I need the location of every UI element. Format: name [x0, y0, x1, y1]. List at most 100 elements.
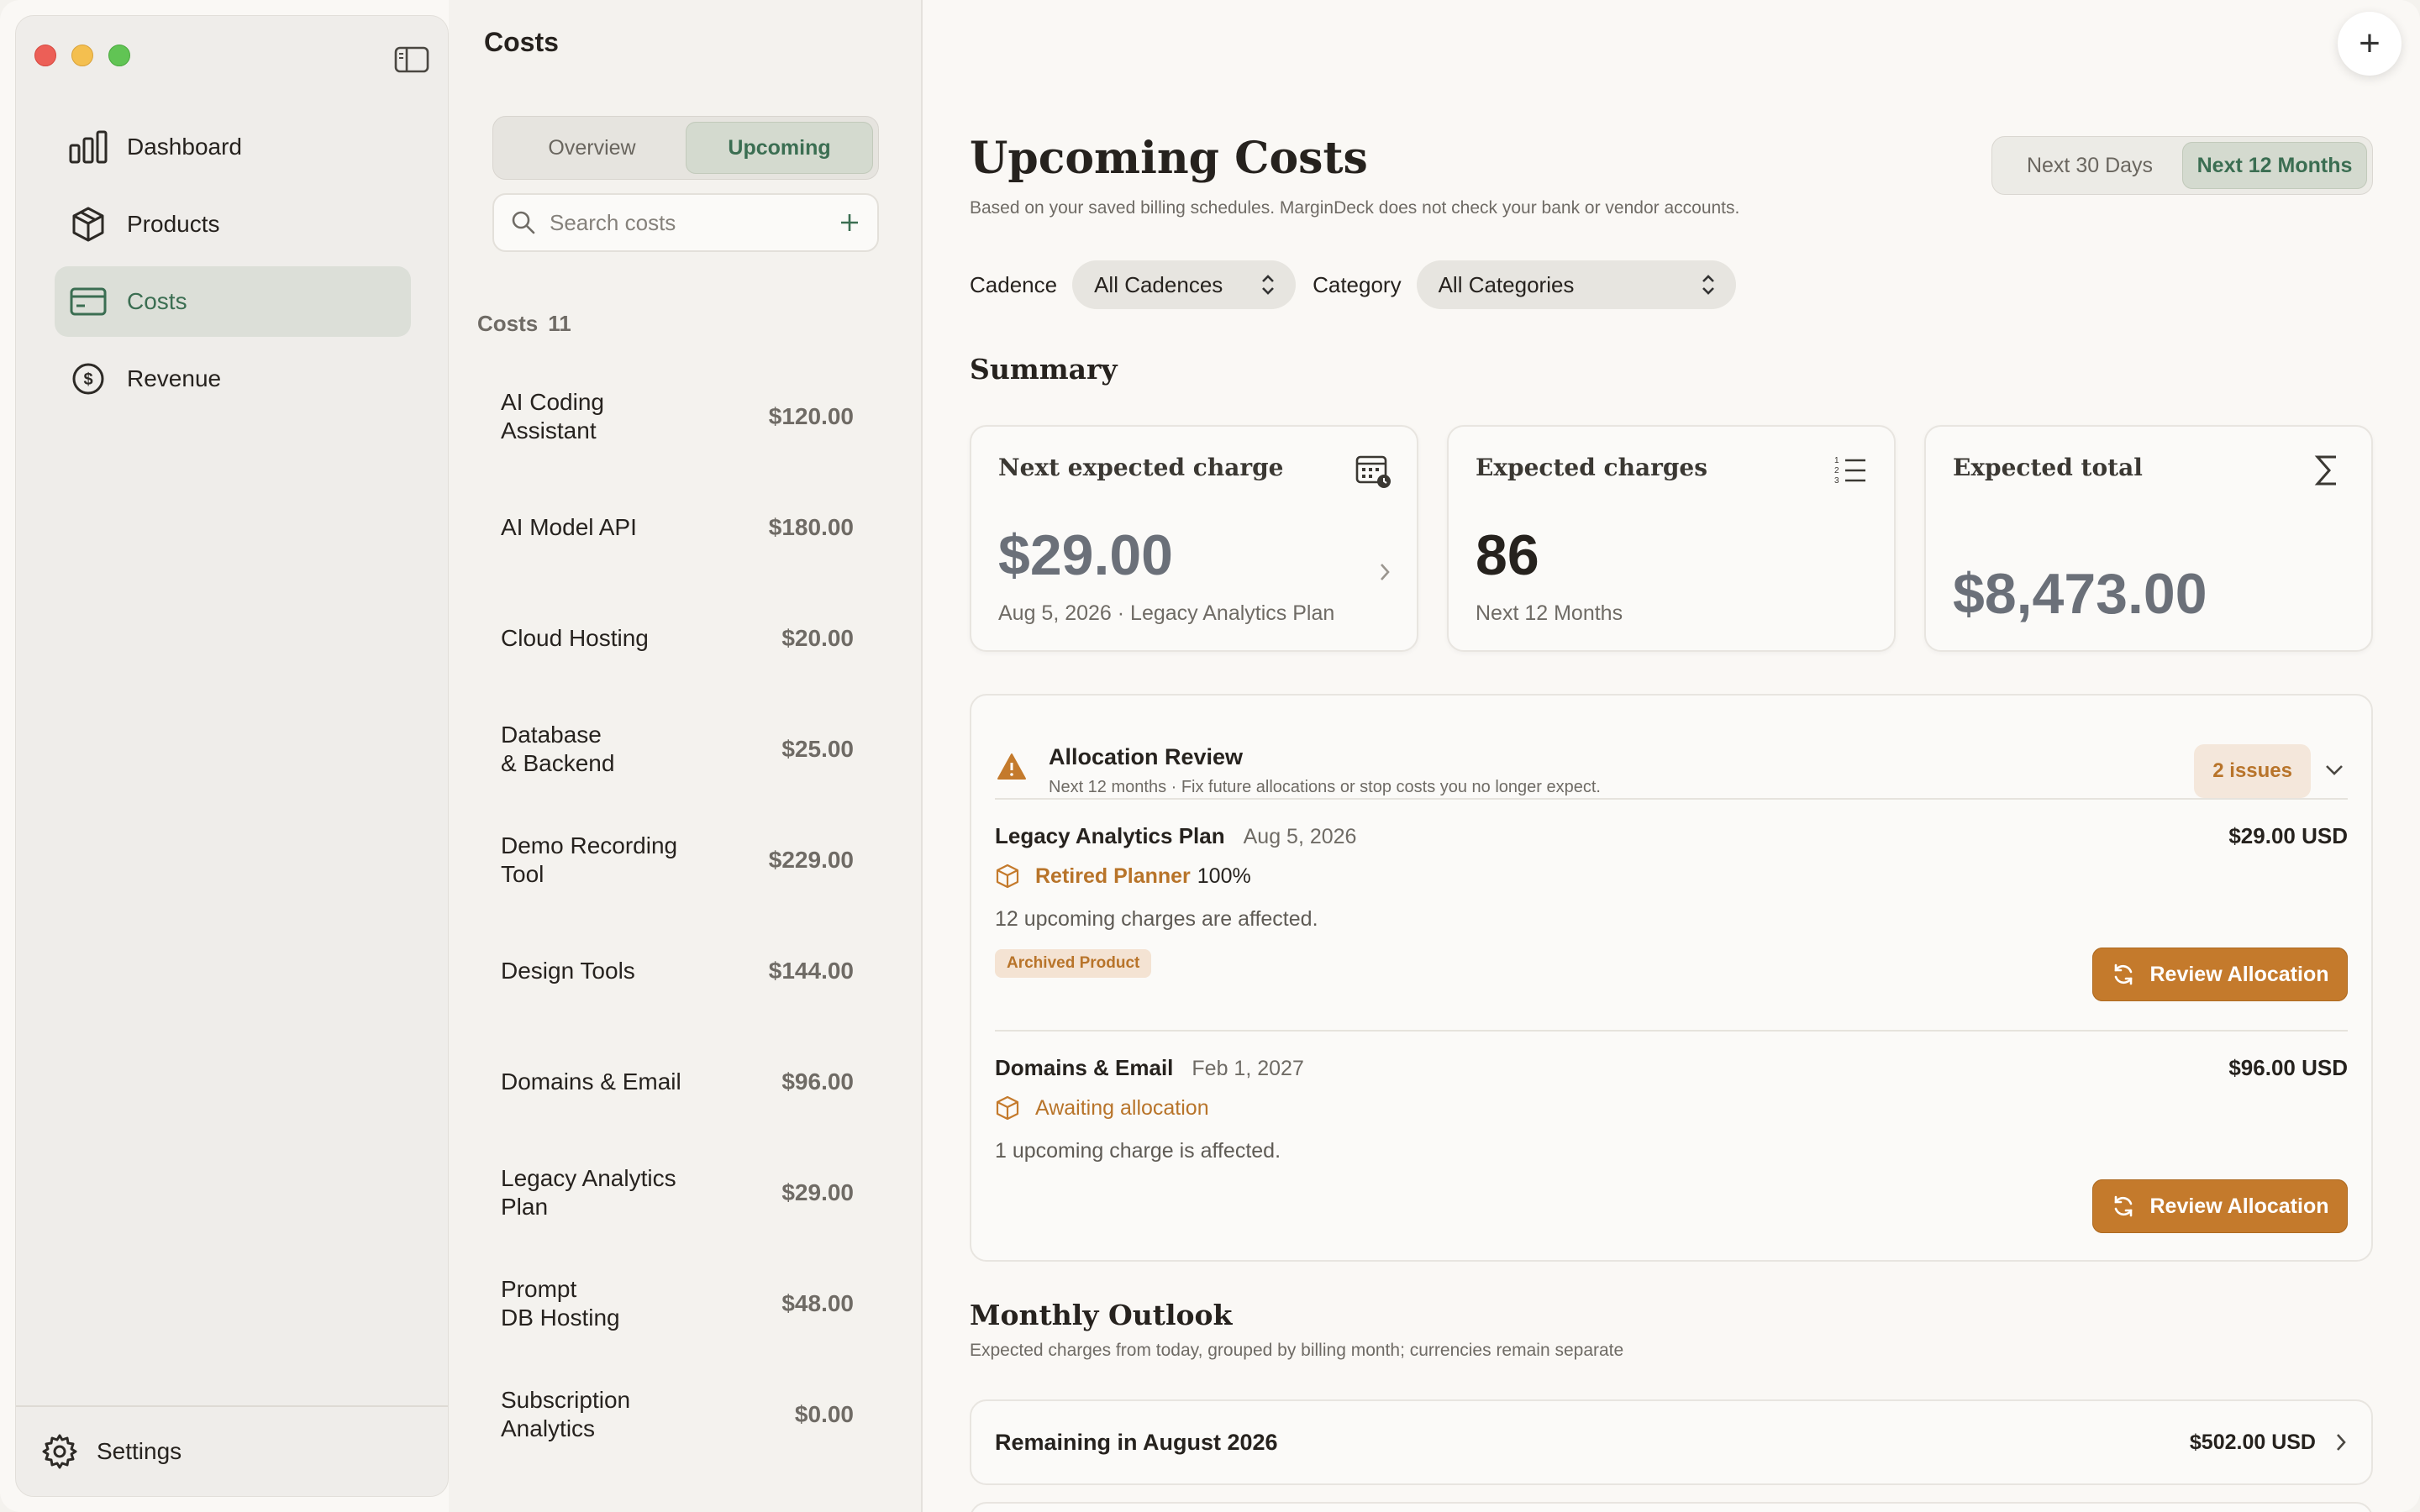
search-icon: [512, 211, 535, 234]
issue-effect: 1 upcoming charge is affected.: [995, 1139, 1281, 1163]
list-header: Costs 11: [477, 311, 571, 337]
page-subtitle: Based on your saved billing schedules. M…: [970, 198, 1740, 218]
sidebar-item-products[interactable]: Products: [55, 189, 411, 260]
costs-list-pane: Costs Overview Upcoming Costs 11 AI Codin…: [449, 0, 923, 1512]
cost-list-item[interactable]: Legacy Analytics Plan $29.00: [501, 1137, 854, 1248]
view-segmented-control: Overview Upcoming: [492, 116, 879, 180]
sidebar-item-dashboard[interactable]: Dashboard: [55, 112, 411, 182]
cost-list-item[interactable]: Prompt DB Hosting $48.00: [501, 1248, 854, 1359]
allocation-review-subtitle: Next 12 months · Fix future allocations …: [1049, 778, 1601, 796]
plus-icon: +: [2359, 23, 2381, 64]
range-next-12-months[interactable]: Next 12 Months: [2182, 142, 2367, 189]
cost-list-item[interactable]: Demo Recording Tool $229.00: [501, 805, 854, 916]
divider: [995, 798, 2348, 800]
issue-allocation: Retired Planner 100%: [995, 864, 1251, 889]
cost-list-item[interactable]: Subscription Analytics $0.00: [501, 1359, 854, 1470]
summary-heading: Summary: [970, 353, 1118, 386]
cost-amount: $25.00: [781, 736, 854, 762]
category-select[interactable]: All Categories: [1416, 260, 1736, 309]
cost-name: Legacy Analytics Plan: [501, 1165, 676, 1220]
gear-icon: [42, 1434, 77, 1469]
page-title: Upcoming Costs: [970, 133, 1368, 184]
updown-chevron-icon: [1702, 275, 1714, 295]
minimize-window-button[interactable]: [71, 45, 93, 66]
settings-label: Settings: [97, 1438, 182, 1464]
review-allocation-label: Review Allocation: [2149, 1194, 2329, 1218]
cost-list-item[interactable]: Video Render$260.00: [501, 1470, 854, 1512]
search-input[interactable]: [550, 209, 839, 236]
sidebar-item-revenue[interactable]: $ Revenue: [55, 344, 411, 414]
cost-name: Prompt DB Hosting: [501, 1276, 620, 1331]
cadence-label: Cadence: [970, 271, 1058, 297]
month-row[interactable]: Remaining in August 2026 $502.00 USD: [970, 1399, 2373, 1485]
chevron-down-icon[interactable]: [2323, 758, 2346, 781]
cost-list-item[interactable]: Design Tools $144.00: [501, 916, 854, 1026]
cost-list-item[interactable]: AI Model API $180.00: [501, 472, 854, 583]
add-button[interactable]: +: [2338, 12, 2402, 76]
monthly-outlook-subtitle: Expected charges from today, grouped by …: [970, 1341, 1624, 1360]
next-charge-card[interactable]: Next expected charge $29.00 Aug 5, 2026 …: [970, 425, 1418, 652]
issue-date: Feb 1, 2027: [1192, 1057, 1304, 1080]
expected-total-amount: $8,473.00: [1953, 562, 2207, 626]
cost-list-item[interactable]: Domains & Email $96.00: [501, 1026, 854, 1137]
sidebar-nav: Dashboard Products Costs $ Revenue: [55, 112, 411, 421]
card-title: Expected charges: [1476, 454, 1708, 481]
svg-text:2: 2: [1834, 466, 1839, 475]
pane-title: Costs: [484, 27, 559, 57]
category-label: Category: [1313, 271, 1402, 297]
card-title: Next expected charge: [998, 454, 1284, 481]
range-next-30-days[interactable]: Next 30 Days: [1997, 142, 2182, 189]
expected-charges-period: Next 12 Months: [1476, 601, 1623, 625]
bar-chart-icon: [68, 127, 108, 167]
month-row[interactable]: [970, 1502, 2373, 1512]
cost-name: Subscription Analytics: [501, 1387, 631, 1441]
allocation-product-name[interactable]: Retired Planner: [1035, 864, 1191, 889]
allocation-issue-item: Legacy Analytics Plan Aug 5, 2026 $29.00 …: [995, 823, 2348, 1042]
expected-total-card: Expected total $8,473.00: [1924, 425, 2373, 652]
refresh-icon: [2115, 963, 2133, 985]
issue-allocation: Awaiting allocation: [995, 1095, 1209, 1121]
month-label: Remaining in August 2026: [995, 1429, 1278, 1455]
add-cost-icon[interactable]: [839, 212, 860, 234]
cost-amount: $96.00: [781, 1068, 854, 1095]
cost-list-item[interactable]: AI Coding Assistant $120.00: [501, 361, 854, 472]
calendar-clock-icon: [1355, 455, 1391, 488]
close-window-button[interactable]: [34, 45, 56, 66]
sidebar-item-label: Revenue: [127, 365, 222, 391]
cost-name: Database & Backend: [501, 722, 615, 776]
sidebar-item-costs[interactable]: Costs: [55, 266, 411, 337]
svg-text:3: 3: [1834, 476, 1839, 486]
cadence-value: All Cadences: [1094, 271, 1223, 297]
search-box: [492, 193, 879, 252]
tab-upcoming[interactable]: Upcoming: [686, 122, 873, 174]
cost-name: AI Model API: [501, 514, 637, 540]
review-allocation-button[interactable]: Review Allocation: [2092, 948, 2348, 1001]
sidebar-toggle-icon[interactable]: [394, 46, 429, 73]
cadence-select[interactable]: All Cadences: [1072, 260, 1297, 309]
issue-date: Aug 5, 2026: [1243, 825, 1357, 848]
chevron-right-icon: [1381, 564, 1390, 580]
cost-list-item[interactable]: Cloud Hosting $20.00: [501, 583, 854, 694]
allocation-percent: 100%: [1197, 864, 1251, 888]
cost-list-item[interactable]: Database & Backend $25.00: [501, 694, 854, 805]
allocation-review-panel: Allocation Review Next 12 months · Fix f…: [970, 694, 2373, 1262]
box-icon: [68, 204, 108, 244]
svg-text:1: 1: [1834, 456, 1839, 465]
card-title: Expected total: [1953, 454, 2143, 481]
updown-chevron-icon: [1262, 275, 1274, 295]
monthly-outlook-heading: Monthly Outlook: [970, 1299, 1233, 1331]
box-icon: [996, 864, 1019, 889]
numbered-list-icon: 123: [1834, 456, 1865, 486]
issue-cost-name: Domains & Email: [995, 1055, 1174, 1080]
allocation-review-header[interactable]: Allocation Review Next 12 months · Fix f…: [997, 719, 2346, 798]
zoom-window-button[interactable]: [108, 45, 130, 66]
tab-overview[interactable]: Overview: [498, 122, 686, 174]
cost-name: Cloud Hosting: [501, 625, 649, 651]
range-segmented-control: Next 30 Days Next 12 Months: [1991, 136, 2373, 195]
allocation-status: Awaiting allocation: [1035, 1095, 1209, 1120]
issue-amount: $96.00 USD: [2228, 1055, 2348, 1080]
archived-product-tag: Archived Product: [995, 949, 1152, 978]
next-charge-amount: $29.00: [998, 523, 1173, 587]
settings-button[interactable]: Settings: [16, 1405, 448, 1496]
review-allocation-button[interactable]: Review Allocation: [2092, 1179, 2348, 1233]
